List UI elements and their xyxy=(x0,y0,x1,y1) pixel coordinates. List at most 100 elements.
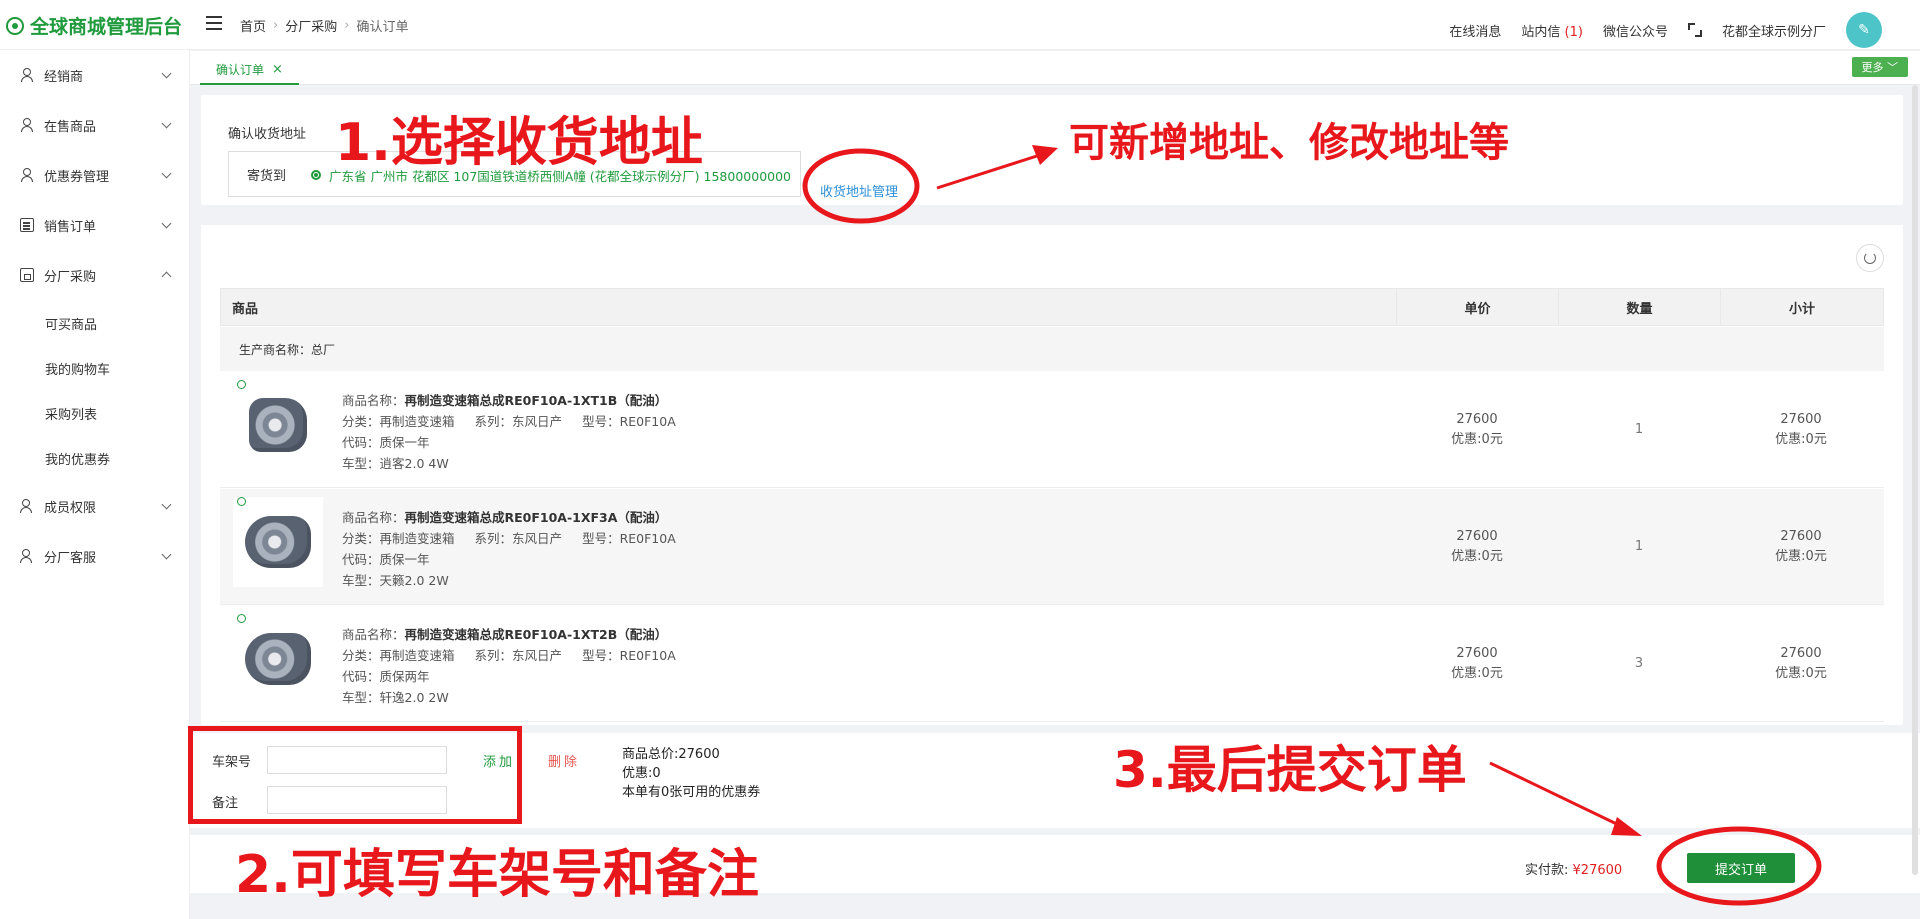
brand-badge-icon xyxy=(237,614,246,623)
gearbox-image xyxy=(249,398,307,452)
series-label: 系列： xyxy=(474,414,513,429)
refresh-icon[interactable] xyxy=(1856,244,1884,272)
product-car: 轩逸2.0 2W xyxy=(379,690,449,705)
sidebar-subitem-buyable-goods[interactable]: 可买商品 xyxy=(0,305,190,341)
subtotal-cell: 27600 优惠:0元 xyxy=(1720,606,1882,722)
product-name: 再制造变速箱总成RE0F10A-1XT2B（配油） xyxy=(404,627,668,642)
shop-icon xyxy=(20,268,34,282)
delete-button[interactable]: 删除 xyxy=(548,751,580,770)
unit-discount: 优惠:0元 xyxy=(1451,432,1503,447)
tabs-bar: 确认订单 × 更多 ﹀ xyxy=(190,51,1920,85)
sidebar-item-sales-orders[interactable]: 销售订单 xyxy=(0,205,190,245)
user-icon xyxy=(20,118,34,132)
page-scrollbar[interactable] xyxy=(1912,85,1918,875)
sidebar-subitem-purchase-list[interactable]: 采购列表 xyxy=(0,395,190,431)
payment-label-text: 实付款: xyxy=(1525,863,1569,878)
order-summary: 商品总价:27600 优惠:0 本单有0张可用的优惠券 xyxy=(622,745,760,802)
product-code: 质保一年 xyxy=(379,435,430,450)
product-image[interactable] xyxy=(233,380,323,470)
more-button[interactable]: 更多 ﹀ xyxy=(1851,57,1908,77)
series-label: 系列： xyxy=(474,531,513,546)
payment-label: 实付款: ¥27600 xyxy=(1525,859,1622,878)
avatar[interactable]: ✎ xyxy=(1846,12,1882,48)
product-car: 天籁2.0 2W xyxy=(379,573,449,588)
sidebar-item-branch-purchase[interactable]: 分厂采购 xyxy=(0,255,190,295)
annotation-highlight-box xyxy=(188,726,522,824)
category-label: 分类： xyxy=(342,531,380,546)
sidebar-item-customer-service[interactable]: 分厂客服 xyxy=(0,536,190,576)
tab-confirm-order[interactable]: 确认订单 × xyxy=(200,55,299,85)
product-series: 东风日产 xyxy=(512,414,563,429)
name-label: 商品名称： xyxy=(342,627,405,642)
header-actions: 在线消息 站内信 (1) 微信公众号 花都全球示例分厂 ✎ xyxy=(1429,12,1882,48)
sidebar-item-coupons[interactable]: 优惠券管理 xyxy=(0,155,190,195)
brand-badge-icon xyxy=(237,497,246,506)
sidebar-item-label: 优惠券管理 xyxy=(44,169,110,185)
product-name: 再制造变速箱总成RE0F10A-1XF3A（配油） xyxy=(404,510,668,525)
menu-toggle-icon[interactable] xyxy=(206,16,222,30)
goods-panel: 商品 单价 数量 小计 生产商名称：总厂 商品名称：再制造变速箱总成RE0F10… xyxy=(201,225,1903,725)
product-image[interactable] xyxy=(233,497,323,587)
breadcrumb-branch-purchase[interactable]: 分厂采购 xyxy=(285,16,337,35)
column-goods: 商品 xyxy=(221,289,1397,325)
product-series: 东风日产 xyxy=(512,648,563,663)
discount-total: 优惠:0 xyxy=(622,766,661,781)
fullscreen-icon[interactable] xyxy=(1687,23,1702,37)
column-qty: 数量 xyxy=(1559,289,1721,325)
price-cell: 27600 优惠:0元 xyxy=(1396,489,1558,605)
address-title: 确认收货地址 xyxy=(228,127,307,142)
wechat-link[interactable]: 微信公众号 xyxy=(1603,21,1668,40)
qty-cell: 1 xyxy=(1558,372,1720,488)
brand-badge-icon xyxy=(237,380,246,389)
sidebar-item-label: 销售订单 xyxy=(44,219,97,235)
submit-order-button[interactable]: 提交订单 xyxy=(1687,853,1795,883)
product-info: 商品名称：再制造变速箱总成RE0F10A-1XT2B（配油） 分类：再制造变速箱… xyxy=(342,624,676,708)
sidebar-subitem-cart[interactable]: 我的购物车 xyxy=(0,350,190,386)
subtotal: 27600 xyxy=(1780,529,1822,544)
category-label: 分类： xyxy=(342,648,380,663)
quantity: 3 xyxy=(1634,656,1644,671)
sidebar-item-permissions[interactable]: 成员权限 xyxy=(0,486,190,526)
product-code: 质保两年 xyxy=(379,669,430,684)
ship-to-label: 寄货到 xyxy=(247,169,287,184)
chevron-up-icon xyxy=(161,271,172,282)
sidebar-item-label: 分厂采购 xyxy=(44,269,97,285)
unit-discount: 优惠:0元 xyxy=(1451,549,1503,564)
unit-price: 27600 xyxy=(1456,646,1498,661)
site-message-link[interactable]: 站内信 (1) xyxy=(1521,21,1583,40)
price-cell: 27600 优惠:0元 xyxy=(1396,372,1558,488)
category-label: 分类： xyxy=(342,414,380,429)
table-header: 商品 单价 数量 小计 xyxy=(220,288,1884,326)
breadcrumb-home[interactable]: 首页 xyxy=(240,16,266,35)
online-message-link[interactable]: 在线消息 xyxy=(1449,21,1501,40)
breadcrumb-separator-icon: › xyxy=(273,18,279,33)
breadcrumb-separator-icon: › xyxy=(344,18,350,33)
subtotal: 27600 xyxy=(1780,412,1822,427)
annotation-step1-note: 可新增地址、修改地址等 xyxy=(1069,120,1509,166)
address-manage-link[interactable]: 收货地址管理 xyxy=(820,181,898,200)
chevron-down-icon xyxy=(161,68,172,79)
user-name[interactable]: 花都全球示例分厂 xyxy=(1722,21,1826,40)
address-radio[interactable] xyxy=(311,170,321,180)
user-icon xyxy=(20,68,34,82)
sidebar-item-dealer[interactable]: 经销商 xyxy=(0,55,190,95)
chevron-down-icon xyxy=(161,168,172,179)
annotation-step2: 2.可填写车架号和备注 xyxy=(235,845,759,905)
series-label: 系列： xyxy=(474,648,513,663)
unit-discount: 优惠:0元 xyxy=(1451,666,1503,681)
table-row: 商品名称：再制造变速箱总成RE0F10A-1XF3A（配油） 分类：再制造变速箱… xyxy=(220,489,1884,605)
sidebar: 经销商 在售商品 优惠券管理 销售订单 分厂采购 可买商品 我的购物车 采购列表… xyxy=(0,50,190,919)
product-image[interactable] xyxy=(233,614,323,704)
sidebar-item-on-sale[interactable]: 在售商品 xyxy=(0,105,190,145)
app-logo[interactable]: 全球商城管理后台 xyxy=(6,12,182,39)
product-info: 商品名称：再制造变速箱总成RE0F10A-1XT1B（配油） 分类：再制造变速箱… xyxy=(342,390,676,474)
payment-amount: ¥27600 xyxy=(1572,863,1623,878)
qty-cell: 3 xyxy=(1558,606,1720,722)
quantity: 1 xyxy=(1634,422,1644,437)
sidebar-subitem-my-coupons[interactable]: 我的优惠券 xyxy=(0,440,190,476)
close-icon[interactable]: × xyxy=(272,62,283,77)
breadcrumb: 首页 › 分厂采购 › 确认订单 xyxy=(240,16,408,35)
top-bar: 全球商城管理后台 首页 › 分厂采购 › 确认订单 在线消息 站内信 (1) 微… xyxy=(0,0,1920,50)
sidebar-item-label: 在售商品 xyxy=(44,119,97,135)
table-row: 商品名称：再制造变速箱总成RE0F10A-1XT1B（配油） 分类：再制造变速箱… xyxy=(220,372,1884,488)
